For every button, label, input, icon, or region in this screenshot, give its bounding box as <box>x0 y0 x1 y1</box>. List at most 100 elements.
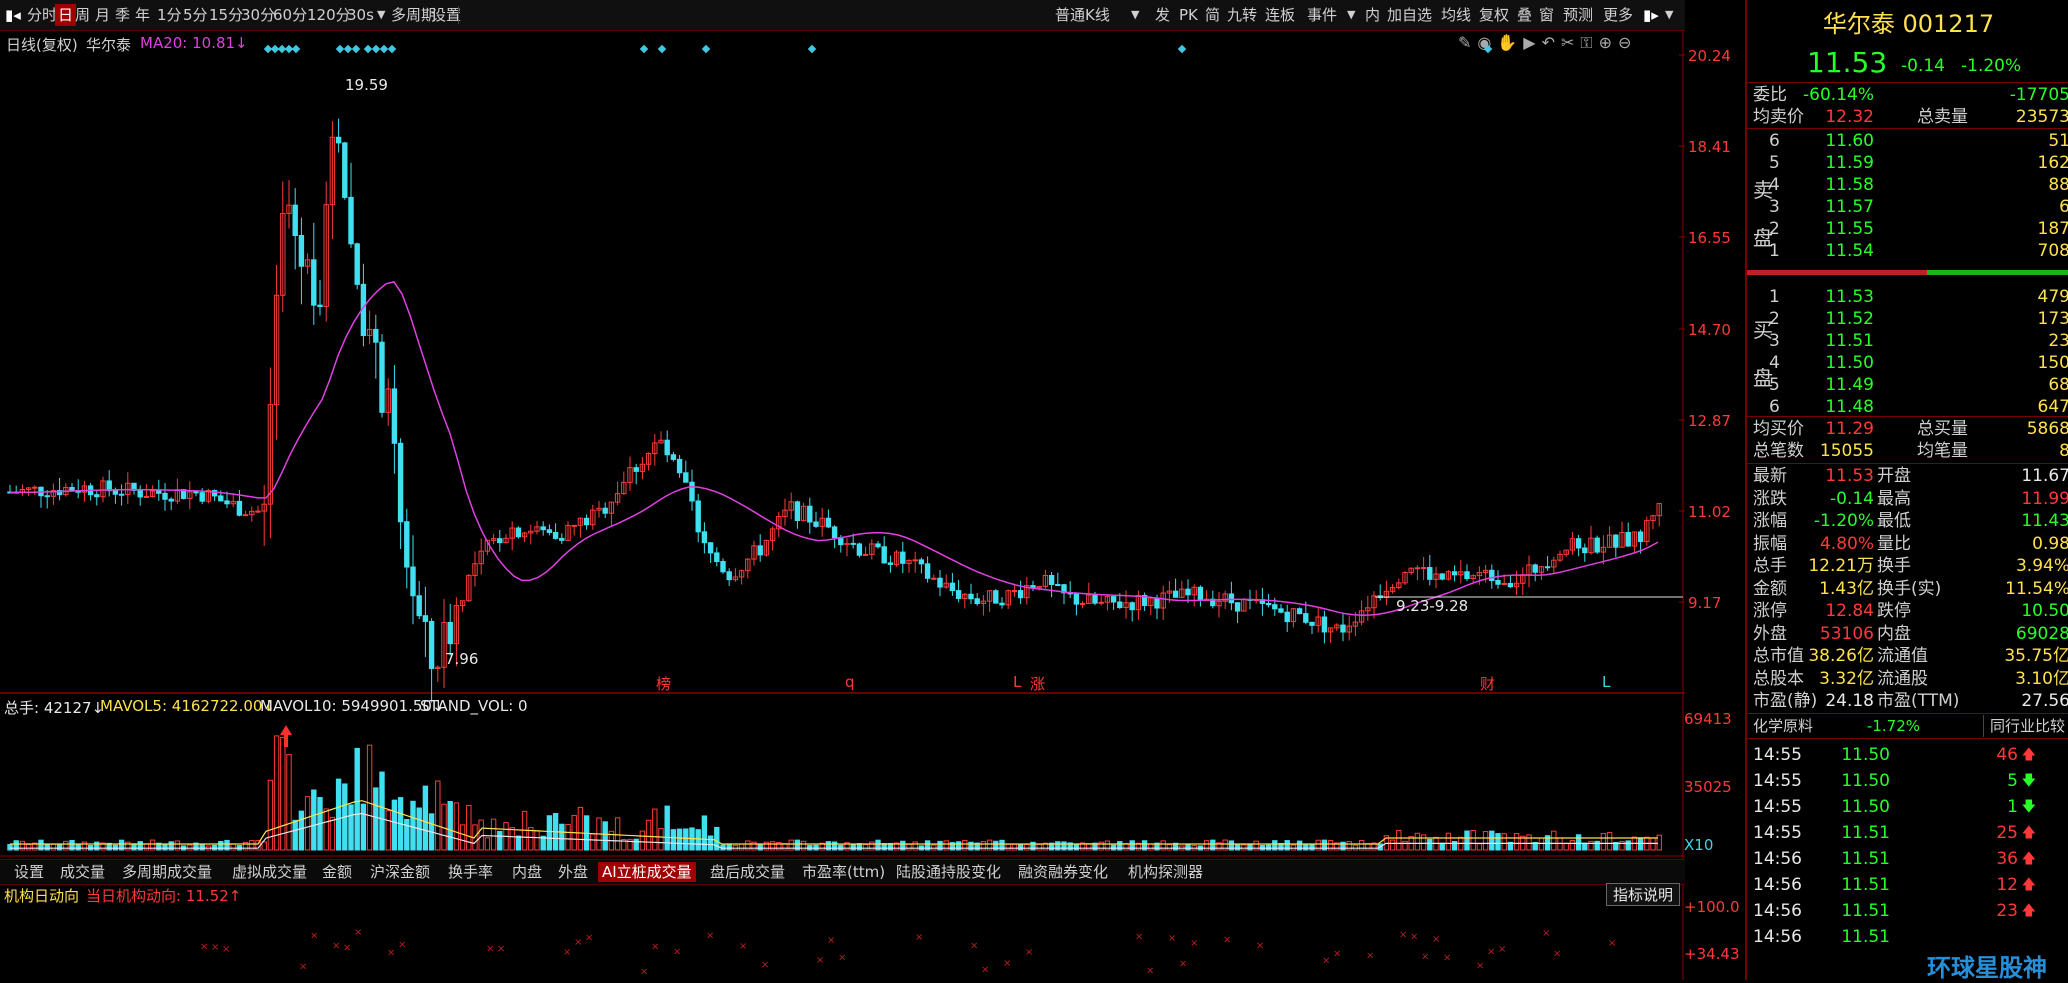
institution-mark: × <box>310 931 318 942</box>
volume-bar <box>1439 842 1445 851</box>
industry-name[interactable]: 化学原料 <box>1753 715 1813 737</box>
tab-outer[interactable]: 外盘 <box>554 862 592 882</box>
price-tick-6: 11.02 <box>1688 503 1731 521</box>
event-mark-bang[interactable]: 榜 <box>656 673 671 694</box>
volume-bar <box>639 830 646 851</box>
stand-vol-label: STAND_VOL: 0 <box>420 697 528 715</box>
volume-bar <box>25 844 32 851</box>
bid-row: 4 11.50 150 <box>1747 352 2068 374</box>
tab-hk-connect[interactable]: 陆股通持股变化 <box>892 862 1005 882</box>
period-dropdown-icon[interactable]: ▼ <box>374 4 388 26</box>
candle-body <box>993 590 999 604</box>
candle-body <box>1420 567 1427 570</box>
volume-bar <box>490 818 497 851</box>
institution-mark: × <box>739 941 747 952</box>
more-dropdown-icon[interactable]: ▼ <box>1662 4 1676 26</box>
candle-body <box>689 481 695 502</box>
tick-time: 14:55 <box>1753 771 1802 791</box>
event-mark-cai[interactable]: 财 <box>1480 673 1495 694</box>
industry-pct: -1.72% <box>1866 717 1920 735</box>
tool-fa[interactable]: 发 <box>1152 4 1173 26</box>
tab-margin[interactable]: 融资融券变化 <box>1014 862 1112 882</box>
volume-bar <box>422 785 429 851</box>
tab-volume[interactable]: 成交量 <box>56 862 109 882</box>
signal-diamond-icon <box>291 44 301 54</box>
tool-jian[interactable]: 简 <box>1202 4 1223 26</box>
event-mark-q[interactable]: q <box>845 673 855 691</box>
tab-turnover[interactable]: 换手率 <box>444 862 497 882</box>
period-season[interactable]: 季 <box>112 4 133 26</box>
tool-overlay[interactable]: 叠 <box>1514 4 1535 26</box>
period-month[interactable]: 月 <box>92 4 113 26</box>
candle-body <box>924 563 931 579</box>
ask-level: 6 <box>1769 131 1780 151</box>
tool-pk[interactable]: PK <box>1176 4 1201 26</box>
bid-price: 11.50 <box>1825 353 1874 373</box>
period-year[interactable]: 年 <box>132 4 153 26</box>
volume-bar <box>1606 832 1613 851</box>
tool-nei[interactable]: 内 <box>1362 4 1383 26</box>
institution-mark: × <box>1025 947 1033 958</box>
tool-forecast[interactable]: 预测 <box>1560 4 1596 26</box>
candle-body <box>670 454 677 460</box>
ask-price: 11.54 <box>1825 241 1874 261</box>
tab-pe-ttm[interactable]: 市盈率(ttm) <box>798 862 889 882</box>
candle-body <box>1110 596 1117 603</box>
candle-body <box>1265 602 1272 606</box>
volume-bar <box>1185 844 1191 851</box>
tool-fuquan[interactable]: 复权 <box>1476 4 1512 26</box>
volume-bar <box>869 841 875 851</box>
tab-virtual-volume[interactable]: 虚拟成交量 <box>228 862 311 882</box>
panel-toggle-icon[interactable]: ▮◂ <box>2 4 24 26</box>
stat-label: 总市值 <box>1753 646 1804 666</box>
indicator-explain-button[interactable]: 指标说明 <box>1606 883 1681 906</box>
tool-lianban[interactable]: 连板 <box>1262 4 1298 26</box>
candle-body <box>416 595 422 617</box>
watermark: 环球星股神 <box>1927 948 2047 983</box>
tab-settings[interactable]: 设置 <box>10 862 48 882</box>
candle-body <box>714 552 720 563</box>
event-mark-l2[interactable]: L <box>1602 673 1610 691</box>
volume-bar <box>1011 843 1018 851</box>
tick-volume: 25 <box>1996 823 2018 843</box>
tab-after-hours-volume[interactable]: 盘后成交量 <box>706 862 789 882</box>
stat-label: 总手 <box>1753 556 1787 576</box>
tab-amount[interactable]: 金额 <box>318 862 356 882</box>
tab-institution-detector[interactable]: 机构探测器 <box>1124 862 1207 882</box>
add-watchlist-button[interactable]: 加自选 <box>1384 4 1435 26</box>
tool-ma[interactable]: 均线 <box>1438 4 1474 26</box>
period-week[interactable]: 周 <box>72 4 93 26</box>
signal-diamond-icon <box>351 44 361 54</box>
tab-hs-amount[interactable]: 沪深金额 <box>366 862 434 882</box>
tab-ai-volume[interactable]: AI立桩成交量 <box>598 862 696 882</box>
collapse-icon[interactable]: ▮▸ <box>1640 4 1662 26</box>
events-dropdown-icon[interactable]: ▼ <box>1344 4 1358 26</box>
event-mark-zhang[interactable]: 涨 <box>1030 673 1045 694</box>
event-mark-l[interactable]: L <box>1013 673 1021 691</box>
candle-body <box>701 531 708 544</box>
tick-price: 11.50 <box>1841 771 1890 791</box>
institution-title: 机构日动向 <box>4 887 80 905</box>
stat-value: 69028 <box>2015 623 2068 644</box>
tab-inner[interactable]: 内盘 <box>508 862 546 882</box>
tool-events[interactable]: 事件 <box>1304 4 1340 26</box>
volume-bar <box>335 778 342 851</box>
tool-window[interactable]: 窗 <box>1536 4 1557 26</box>
kline-type-select[interactable]: 普通K线 <box>1052 4 1113 26</box>
bid-level: 4 <box>1769 353 1780 373</box>
bid-price: 11.52 <box>1825 309 1874 329</box>
tool-jiuzhuan[interactable]: 九转 <box>1224 4 1260 26</box>
volume-bar <box>56 844 63 851</box>
candle-body <box>1017 590 1024 599</box>
candle-body <box>1451 571 1458 576</box>
institution-mark: × <box>1487 947 1495 958</box>
kline-chart[interactable]: × × ×××× ×××× × × ×× ××× ×××× ××××××××××××× ×××× ××… <box>0 30 1685 980</box>
period-30s[interactable]: 30s <box>344 4 377 26</box>
tool-more[interactable]: 更多 <box>1600 4 1636 26</box>
peer-compare-button[interactable]: 同行业比较 <box>1983 715 2065 737</box>
low-price-label: 7.96 <box>445 650 479 668</box>
stat-value: 10.50 <box>2021 601 2068 621</box>
tab-multi-period-volume[interactable]: 多周期成交量 <box>118 862 216 882</box>
stat-value: 11.54% <box>2005 578 2068 599</box>
kline-dropdown-icon[interactable]: ▼ <box>1128 4 1142 26</box>
